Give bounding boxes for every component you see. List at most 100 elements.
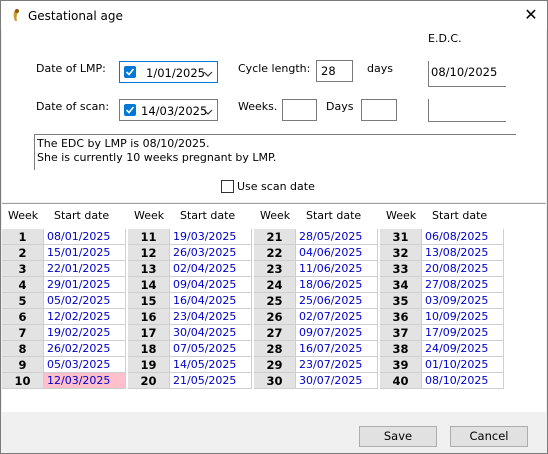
week-number-cell[interactable]: 38 [380, 341, 422, 357]
column-header-start-date: Start date [54, 209, 110, 222]
week-number-cell[interactable]: 40 [380, 373, 422, 389]
start-date-cell[interactable]: 02/04/2025 [170, 261, 252, 277]
week-number-cell[interactable]: 39 [380, 357, 422, 373]
cycle-length-input[interactable]: 28 [316, 60, 353, 82]
start-date-cell[interactable]: 07/05/2025 [170, 341, 252, 357]
week-number-cell[interactable]: 24 [254, 277, 296, 293]
lmp-label: Date of LMP: [36, 62, 106, 75]
week-number-cell[interactable]: 22 [254, 245, 296, 261]
week-number-cell[interactable]: 18 [128, 341, 170, 357]
week-number-cell[interactable]: 35 [380, 293, 422, 309]
start-date-cell[interactable]: 21/05/2025 [170, 373, 252, 389]
week-number-cell[interactable]: 2 [2, 245, 44, 261]
week-number-cell[interactable]: 15 [128, 293, 170, 309]
start-date-cell[interactable]: 10/09/2025 [422, 309, 504, 325]
week-number-cell[interactable]: 8 [2, 341, 44, 357]
week-number-cell[interactable]: 37 [380, 325, 422, 341]
start-date-cell[interactable]: 12/03/2025 [44, 373, 126, 389]
week-number-cell[interactable]: 14 [128, 277, 170, 293]
start-date-cell[interactable]: 08/10/2025 [422, 373, 504, 389]
week-number-cell[interactable]: 27 [254, 325, 296, 341]
use-scan-date-label[interactable]: Use scan date [237, 180, 315, 193]
lmp-enabled-checkbox[interactable] [124, 66, 136, 78]
week-number-cell[interactable]: 31 [380, 229, 422, 245]
start-date-cell[interactable]: 04/06/2025 [296, 245, 378, 261]
start-date-cell[interactable]: 18/06/2025 [296, 277, 378, 293]
week-number-cell[interactable]: 10 [2, 373, 44, 389]
weeks-input[interactable] [282, 99, 317, 121]
start-date-cell[interactable]: 19/02/2025 [44, 325, 126, 341]
chevron-down-icon[interactable] [203, 106, 213, 119]
start-date-cell[interactable]: 08/01/2025 [44, 229, 126, 245]
chevron-down-icon[interactable] [203, 68, 213, 81]
start-date-cell[interactable]: 05/03/2025 [44, 357, 126, 373]
week-number-cell[interactable]: 23 [254, 261, 296, 277]
cancel-button[interactable]: Cancel [450, 426, 528, 447]
week-number-cell[interactable]: 11 [128, 229, 170, 245]
week-number-cell[interactable]: 9 [2, 357, 44, 373]
scan-date-picker[interactable]: 14/03/2025 [119, 99, 218, 121]
start-date-cell[interactable]: 26/02/2025 [44, 341, 126, 357]
start-date-cell[interactable]: 12/02/2025 [44, 309, 126, 325]
start-date-cell[interactable]: 30/07/2025 [296, 373, 378, 389]
week-number-cell[interactable]: 3 [2, 261, 44, 277]
week-number-cell[interactable]: 16 [128, 309, 170, 325]
start-date-cell[interactable]: 11/06/2025 [296, 261, 378, 277]
lmp-date-picker[interactable]: 1/01/2025 [119, 61, 218, 83]
week-number-cell[interactable]: 13 [128, 261, 170, 277]
week-number-cell[interactable]: 30 [254, 373, 296, 389]
start-date-cell[interactable]: 02/07/2025 [296, 309, 378, 325]
start-date-cell[interactable]: 03/09/2025 [422, 293, 504, 309]
week-number-cell[interactable]: 34 [380, 277, 422, 293]
start-date-cell[interactable]: 23/07/2025 [296, 357, 378, 373]
start-date-cell[interactable]: 01/10/2025 [422, 357, 504, 373]
start-date-cell[interactable]: 13/08/2025 [422, 245, 504, 261]
start-date-cell[interactable]: 30/04/2025 [170, 325, 252, 341]
start-date-cell[interactable]: 25/06/2025 [296, 293, 378, 309]
start-date-cell[interactable]: 09/07/2025 [296, 325, 378, 341]
week-number-cell[interactable]: 28 [254, 341, 296, 357]
use-scan-date-checkbox[interactable] [221, 180, 234, 193]
week-number-cell[interactable]: 36 [380, 309, 422, 325]
week-number-cell[interactable]: 5 [2, 293, 44, 309]
week-number-cell[interactable]: 26 [254, 309, 296, 325]
week-number-cell[interactable]: 32 [380, 245, 422, 261]
week-number-cell[interactable]: 29 [254, 357, 296, 373]
start-date-cell[interactable]: 14/05/2025 [170, 357, 252, 373]
column-header-week: Week [134, 209, 165, 222]
start-date-cell[interactable]: 19/03/2025 [170, 229, 252, 245]
days-input[interactable] [361, 99, 397, 121]
week-number-cell[interactable]: 4 [2, 277, 44, 293]
start-date-cell[interactable]: 16/07/2025 [296, 341, 378, 357]
start-date-cell[interactable]: 26/03/2025 [170, 245, 252, 261]
week-number-cell[interactable]: 20 [128, 373, 170, 389]
week-number-cell[interactable]: 12 [128, 245, 170, 261]
week-number-cell[interactable]: 6 [2, 309, 44, 325]
close-icon[interactable]: ✕ [518, 4, 544, 26]
start-date-cell[interactable]: 27/08/2025 [422, 277, 504, 293]
start-date-cell[interactable]: 17/09/2025 [422, 325, 504, 341]
edc-label: E.D.C. [428, 32, 462, 45]
save-button[interactable]: Save [359, 426, 437, 447]
week-number-cell[interactable]: 33 [380, 261, 422, 277]
start-date-cell[interactable]: 06/08/2025 [422, 229, 504, 245]
start-date-cell[interactable]: 28/05/2025 [296, 229, 378, 245]
input-panel: Date of LMP: 1/01/2025 Cycle length: 28 … [2, 30, 546, 202]
week-number-cell[interactable]: 1 [2, 229, 44, 245]
start-date-cell[interactable]: 16/04/2025 [170, 293, 252, 309]
week-number-cell[interactable]: 7 [2, 325, 44, 341]
week-number-cell[interactable]: 19 [128, 357, 170, 373]
start-date-cell[interactable]: 23/04/2025 [170, 309, 252, 325]
start-date-cell[interactable]: 05/02/2025 [44, 293, 126, 309]
start-date-cell[interactable]: 15/01/2025 [44, 245, 126, 261]
start-date-cell[interactable]: 29/01/2025 [44, 277, 126, 293]
start-date-cell[interactable]: 22/01/2025 [44, 261, 126, 277]
week-number-cell[interactable]: 17 [128, 325, 170, 341]
scan-enabled-checkbox[interactable] [124, 104, 136, 116]
start-date-cell[interactable]: 20/08/2025 [422, 261, 504, 277]
start-date-cell[interactable]: 24/09/2025 [422, 341, 504, 357]
start-date-cell[interactable]: 09/04/2025 [170, 277, 252, 293]
week-number-cell[interactable]: 21 [254, 229, 296, 245]
column-header-start-date: Start date [432, 209, 488, 222]
week-number-cell[interactable]: 25 [254, 293, 296, 309]
